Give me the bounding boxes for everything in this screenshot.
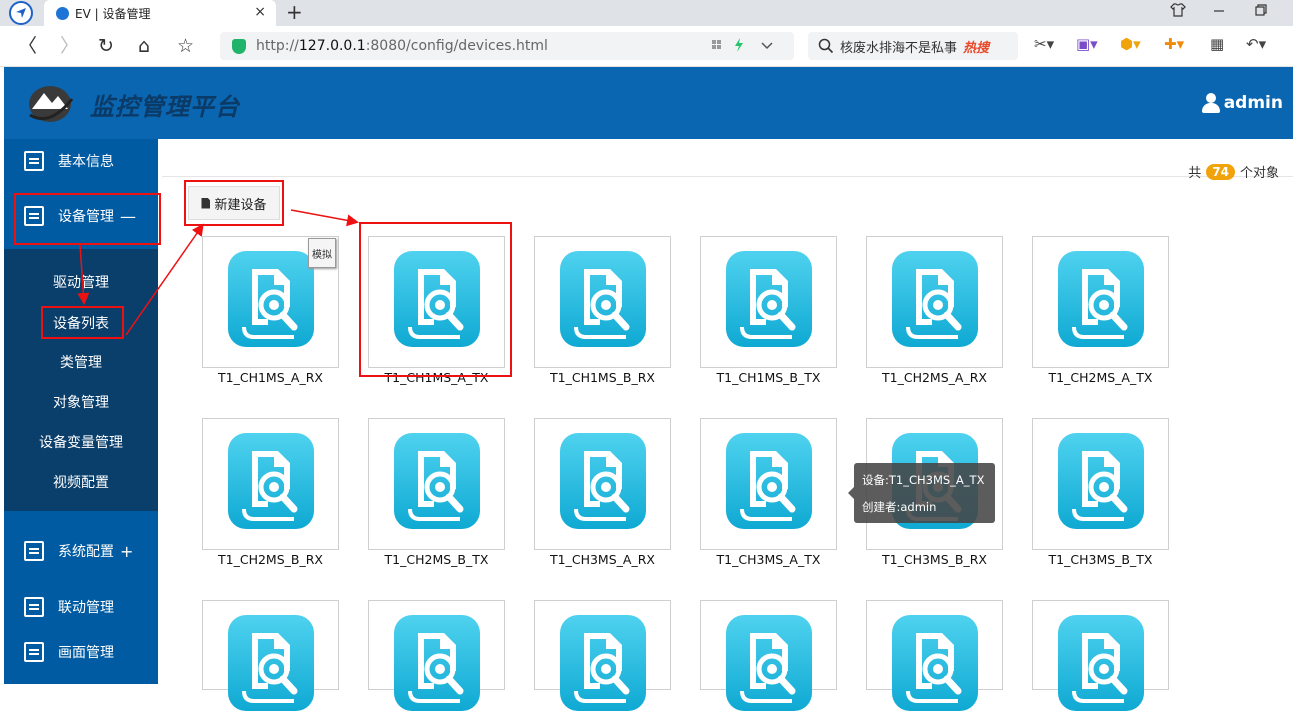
arrow-to-device-list bbox=[77, 244, 90, 305]
arrow-to-device-card bbox=[290, 209, 359, 227]
arrow-to-new-device bbox=[125, 223, 204, 336]
annotation-arrows bbox=[77, 209, 359, 336]
